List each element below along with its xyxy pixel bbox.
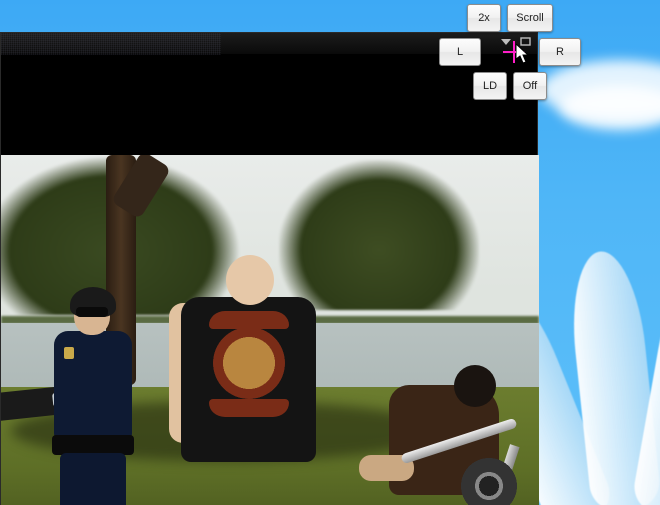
off-button[interactable]: Off — [513, 72, 547, 100]
scroll-button[interactable]: Scroll — [507, 4, 553, 32]
left-button[interactable]: L — [439, 38, 481, 66]
magnifier-control-panel: 2x Scroll L R LD Off — [440, 4, 580, 106]
right-button[interactable]: R — [539, 38, 581, 66]
video-frame — [1, 155, 539, 505]
motorcycle — [339, 426, 539, 505]
ld-button[interactable]: LD — [473, 72, 507, 100]
figure-biker-back — [171, 255, 326, 505]
figure-police-officer — [46, 295, 141, 505]
titlebar-texture — [1, 33, 221, 55]
zoom-2x-button[interactable]: 2x — [467, 4, 501, 32]
video-area[interactable] — [1, 55, 537, 504]
